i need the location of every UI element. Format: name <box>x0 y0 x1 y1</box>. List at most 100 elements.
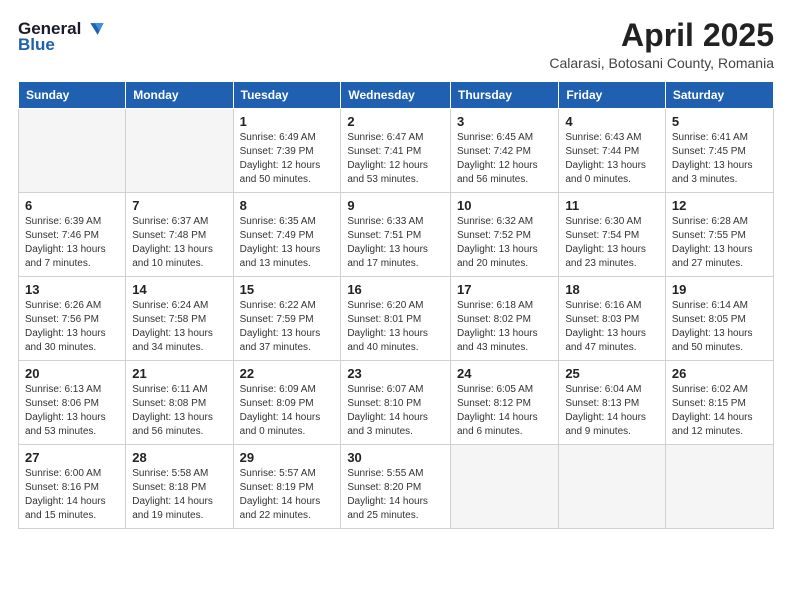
day-info: Sunrise: 5:55 AM Sunset: 8:20 PM Dayligh… <box>347 467 444 523</box>
day-number: 8 <box>240 198 335 213</box>
day-info: Sunrise: 6:41 AM Sunset: 7:45 PM Dayligh… <box>672 131 767 187</box>
day-number: 24 <box>457 366 552 381</box>
day-info: Sunrise: 6:26 AM Sunset: 7:56 PM Dayligh… <box>25 299 119 355</box>
day-number: 12 <box>672 198 767 213</box>
day-number: 28 <box>132 450 226 465</box>
calendar-cell: 20 Sunrise: 6:13 AM Sunset: 8:06 PM Dayli… <box>19 361 126 445</box>
day-number: 7 <box>132 198 226 213</box>
day-info: Sunrise: 6:49 AM Sunset: 7:39 PM Dayligh… <box>240 131 335 187</box>
day-info: Sunrise: 6:45 AM Sunset: 7:42 PM Dayligh… <box>457 131 552 187</box>
subtitle: Calarasi, Botosani County, Romania <box>549 55 774 71</box>
week-row-1: 1 Sunrise: 6:49 AM Sunset: 7:39 PM Daylig… <box>19 109 774 193</box>
calendar-cell: 18 Sunrise: 6:16 AM Sunset: 8:03 PM Dayli… <box>559 277 666 361</box>
calendar-cell: 5 Sunrise: 6:41 AM Sunset: 7:45 PM Daylig… <box>665 109 773 193</box>
calendar: SundayMondayTuesdayWednesdayThursdayFrid… <box>18 81 774 529</box>
page: General Blue April 2025 Calarasi, Botosa… <box>0 0 792 612</box>
day-info: Sunrise: 6:13 AM Sunset: 8:06 PM Dayligh… <box>25 383 119 439</box>
calendar-cell <box>19 109 126 193</box>
title-area: April 2025 Calarasi, Botosani County, Ro… <box>549 18 774 71</box>
logo-icon <box>83 18 105 40</box>
day-number: 10 <box>457 198 552 213</box>
weekday-header-tuesday: Tuesday <box>233 82 341 109</box>
day-number: 9 <box>347 198 444 213</box>
calendar-cell: 21Sunrise: 6:11 AM Sunset: 8:08 PM Dayli… <box>126 361 233 445</box>
day-number: 15 <box>240 282 335 297</box>
day-info: Sunrise: 6:05 AM Sunset: 8:12 PM Dayligh… <box>457 383 552 439</box>
day-info: Sunrise: 6:09 AM Sunset: 8:09 PM Dayligh… <box>240 383 335 439</box>
calendar-cell: 15 Sunrise: 6:22 AM Sunset: 7:59 PM Dayli… <box>233 277 341 361</box>
calendar-cell: 10 Sunrise: 6:32 AM Sunset: 7:52 PM Dayli… <box>450 193 558 277</box>
calendar-cell: 29 Sunrise: 5:57 AM Sunset: 8:19 PM Dayli… <box>233 445 341 529</box>
day-number: 27 <box>25 450 119 465</box>
calendar-cell: 30Sunrise: 5:55 AM Sunset: 8:20 PM Dayli… <box>341 445 451 529</box>
header: General Blue April 2025 Calarasi, Botosa… <box>18 18 774 71</box>
calendar-cell: 25Sunrise: 6:04 AM Sunset: 8:13 PM Dayli… <box>559 361 666 445</box>
day-number: 26 <box>672 366 767 381</box>
calendar-cell: 2 Sunrise: 6:47 AM Sunset: 7:41 PM Daylig… <box>341 109 451 193</box>
calendar-cell: 6Sunrise: 6:39 AM Sunset: 7:46 PM Daylig… <box>19 193 126 277</box>
calendar-cell <box>559 445 666 529</box>
calendar-cell: 16 Sunrise: 6:20 AM Sunset: 8:01 PM Dayli… <box>341 277 451 361</box>
calendar-cell: 23 Sunrise: 6:07 AM Sunset: 8:10 PM Dayli… <box>341 361 451 445</box>
day-number: 2 <box>347 114 444 129</box>
day-info: Sunrise: 6:47 AM Sunset: 7:41 PM Dayligh… <box>347 131 444 187</box>
logo-blue: Blue <box>18 36 55 55</box>
week-row-5: 27 Sunrise: 6:00 AM Sunset: 8:16 PM Dayli… <box>19 445 774 529</box>
weekday-header-friday: Friday <box>559 82 666 109</box>
day-number: 20 <box>25 366 119 381</box>
weekday-header-row: SundayMondayTuesdayWednesdayThursdayFrid… <box>19 82 774 109</box>
calendar-cell: 4Sunrise: 6:43 AM Sunset: 7:44 PM Daylig… <box>559 109 666 193</box>
day-number: 13 <box>25 282 119 297</box>
day-info: Sunrise: 5:58 AM Sunset: 8:18 PM Dayligh… <box>132 467 226 523</box>
day-number: 5 <box>672 114 767 129</box>
calendar-cell: 28 Sunrise: 5:58 AM Sunset: 8:18 PM Dayli… <box>126 445 233 529</box>
calendar-cell: 7Sunrise: 6:37 AM Sunset: 7:48 PM Daylig… <box>126 193 233 277</box>
day-info: Sunrise: 6:16 AM Sunset: 8:03 PM Dayligh… <box>565 299 659 355</box>
calendar-cell: 17 Sunrise: 6:18 AM Sunset: 8:02 PM Dayli… <box>450 277 558 361</box>
week-row-3: 13 Sunrise: 6:26 AM Sunset: 7:56 PM Dayli… <box>19 277 774 361</box>
calendar-cell: 24 Sunrise: 6:05 AM Sunset: 8:12 PM Dayli… <box>450 361 558 445</box>
day-number: 3 <box>457 114 552 129</box>
weekday-header-monday: Monday <box>126 82 233 109</box>
weekday-header-wednesday: Wednesday <box>341 82 451 109</box>
day-info: Sunrise: 6:24 AM Sunset: 7:58 PM Dayligh… <box>132 299 226 355</box>
day-number: 19 <box>672 282 767 297</box>
day-info: Sunrise: 6:00 AM Sunset: 8:16 PM Dayligh… <box>25 467 119 523</box>
day-info: Sunrise: 6:22 AM Sunset: 7:59 PM Dayligh… <box>240 299 335 355</box>
calendar-cell: 19 Sunrise: 6:14 AM Sunset: 8:05 PM Dayli… <box>665 277 773 361</box>
day-info: Sunrise: 6:32 AM Sunset: 7:52 PM Dayligh… <box>457 215 552 271</box>
day-number: 1 <box>240 114 335 129</box>
day-info: Sunrise: 6:11 AM Sunset: 8:08 PM Dayligh… <box>132 383 226 439</box>
calendar-cell <box>665 445 773 529</box>
calendar-cell: 11 Sunrise: 6:30 AM Sunset: 7:54 PM Dayli… <box>559 193 666 277</box>
day-info: Sunrise: 6:18 AM Sunset: 8:02 PM Dayligh… <box>457 299 552 355</box>
calendar-cell: 27 Sunrise: 6:00 AM Sunset: 8:16 PM Dayli… <box>19 445 126 529</box>
day-info: Sunrise: 6:07 AM Sunset: 8:10 PM Dayligh… <box>347 383 444 439</box>
calendar-cell: 1 Sunrise: 6:49 AM Sunset: 7:39 PM Daylig… <box>233 109 341 193</box>
weekday-header-sunday: Sunday <box>19 82 126 109</box>
day-number: 16 <box>347 282 444 297</box>
weekday-header-saturday: Saturday <box>665 82 773 109</box>
day-info: Sunrise: 6:20 AM Sunset: 8:01 PM Dayligh… <box>347 299 444 355</box>
day-info: Sunrise: 6:35 AM Sunset: 7:49 PM Dayligh… <box>240 215 335 271</box>
main-title: April 2025 <box>549 18 774 53</box>
day-number: 25 <box>565 366 659 381</box>
day-info: Sunrise: 6:30 AM Sunset: 7:54 PM Dayligh… <box>565 215 659 271</box>
calendar-cell: 9Sunrise: 6:33 AM Sunset: 7:51 PM Daylig… <box>341 193 451 277</box>
day-number: 23 <box>347 366 444 381</box>
day-number: 6 <box>25 198 119 213</box>
calendar-cell: 22 Sunrise: 6:09 AM Sunset: 8:09 PM Dayli… <box>233 361 341 445</box>
calendar-cell <box>450 445 558 529</box>
day-number: 22 <box>240 366 335 381</box>
calendar-cell: 14 Sunrise: 6:24 AM Sunset: 7:58 PM Dayli… <box>126 277 233 361</box>
calendar-cell: 3 Sunrise: 6:45 AM Sunset: 7:42 PM Daylig… <box>450 109 558 193</box>
day-number: 29 <box>240 450 335 465</box>
day-number: 17 <box>457 282 552 297</box>
calendar-cell: 26Sunrise: 6:02 AM Sunset: 8:15 PM Dayli… <box>665 361 773 445</box>
day-number: 18 <box>565 282 659 297</box>
day-number: 14 <box>132 282 226 297</box>
calendar-cell: 13 Sunrise: 6:26 AM Sunset: 7:56 PM Dayli… <box>19 277 126 361</box>
day-info: Sunrise: 5:57 AM Sunset: 8:19 PM Dayligh… <box>240 467 335 523</box>
day-info: Sunrise: 6:14 AM Sunset: 8:05 PM Dayligh… <box>672 299 767 355</box>
day-number: 11 <box>565 198 659 213</box>
